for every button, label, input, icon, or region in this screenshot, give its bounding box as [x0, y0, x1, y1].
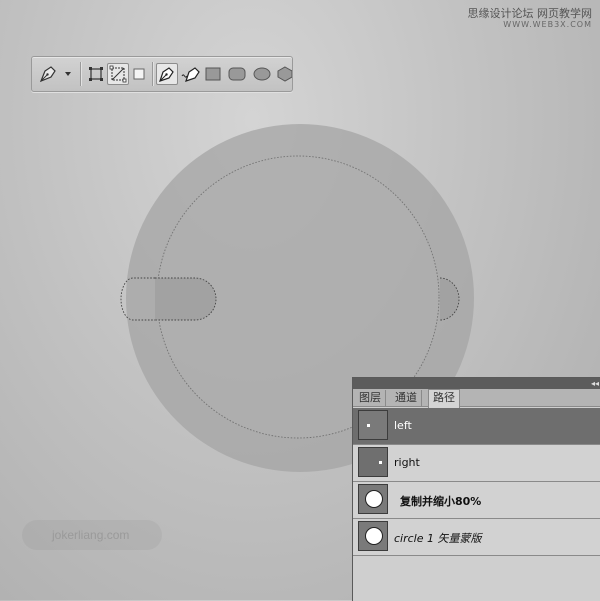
path-row-right[interactable]: right	[353, 445, 600, 482]
panel-tabs: 图层 通道 路径	[353, 389, 600, 408]
tab-channels[interactable]: 通道	[391, 390, 422, 406]
path-name: right	[394, 456, 420, 469]
logo-text: jokerliang.com	[52, 528, 130, 542]
left-handle-path	[155, 277, 217, 321]
path-row-copy-scaled[interactable]: 复制并缩小80%	[353, 482, 600, 519]
path-thumbnail	[358, 521, 388, 551]
path-thumbnail	[358, 484, 388, 514]
collapse-icon[interactable]: ◂◂	[591, 378, 599, 389]
path-name: circle 1 矢量蒙版	[394, 532, 482, 545]
site-logo-watermark: jokerliang.com	[22, 520, 162, 550]
path-name: 复制并缩小80%	[400, 495, 482, 508]
path-thumbnail	[358, 447, 388, 477]
tab-layers[interactable]: 图层	[355, 390, 386, 406]
paths-panel: ◂◂ 图层 通道 路径 left right 复制并缩小80% circle 1…	[352, 377, 600, 601]
path-row-left[interactable]: left	[353, 408, 600, 445]
path-name: left	[394, 419, 412, 432]
panel-header-bar[interactable]: ◂◂	[353, 378, 600, 389]
tab-paths[interactable]: 路径	[428, 389, 460, 408]
path-thumbnail	[358, 410, 388, 440]
path-row-vector-mask[interactable]: circle 1 矢量蒙版	[353, 519, 600, 556]
